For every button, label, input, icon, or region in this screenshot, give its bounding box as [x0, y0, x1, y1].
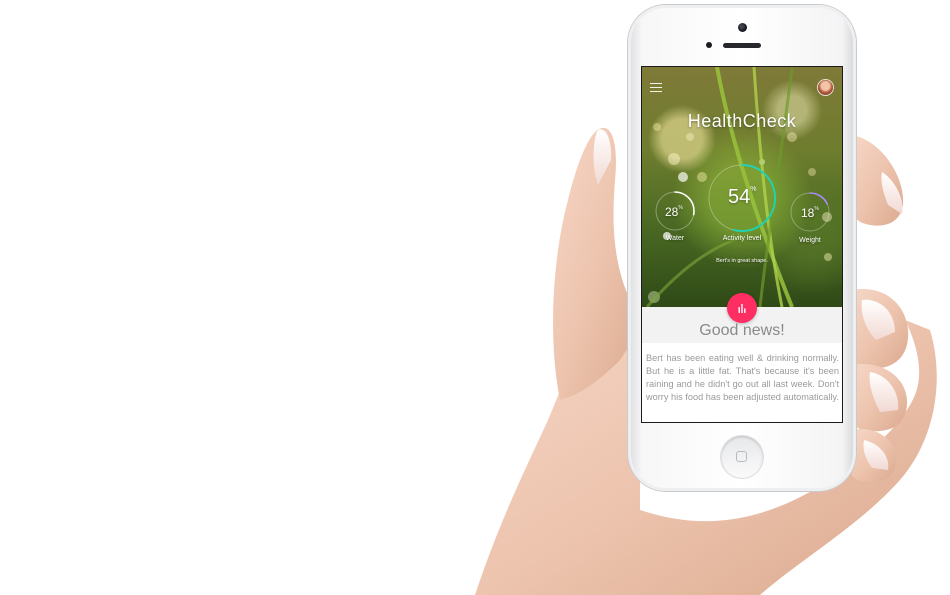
home-button[interactable]: [721, 436, 763, 478]
hamburger-menu-icon[interactable]: [650, 83, 662, 93]
activity-value-unit: %: [750, 186, 757, 193]
weight-value: 18%: [801, 206, 819, 220]
activity-value: 54%: [728, 186, 756, 209]
home-square-icon: [736, 451, 747, 462]
proximity-sensor: [706, 42, 712, 48]
hero-section: HealthCheck 28% Water 54% Activity level…: [642, 67, 842, 307]
news-body: Bert has been eating well & drinking nor…: [646, 353, 839, 402]
app-screen: HealthCheck 28% Water 54% Activity level…: [641, 66, 843, 423]
front-camera: [738, 23, 747, 32]
status-text: Bert's in great shape.: [716, 258, 768, 264]
weight-value-unit: %: [814, 206, 819, 212]
earpiece-speaker: [723, 43, 761, 48]
water-value-unit: %: [678, 205, 683, 211]
bar-chart-icon: [738, 304, 746, 313]
water-value-number: 28: [665, 205, 679, 219]
water-label: Water: [665, 235, 685, 242]
activity-value-number: 54: [728, 186, 751, 208]
weight-label: Weight: [799, 237, 821, 244]
user-avatar[interactable]: [818, 80, 833, 95]
water-value: 28%: [665, 205, 683, 219]
activity-label: Activity level: [722, 235, 762, 242]
news-title: Good news!: [699, 322, 785, 339]
stats-button[interactable]: [727, 293, 757, 323]
news-card: Good news! Bert has been eating well & d…: [642, 307, 842, 422]
weight-value-number: 18: [801, 206, 815, 220]
app-title: HealthCheck: [687, 111, 797, 131]
